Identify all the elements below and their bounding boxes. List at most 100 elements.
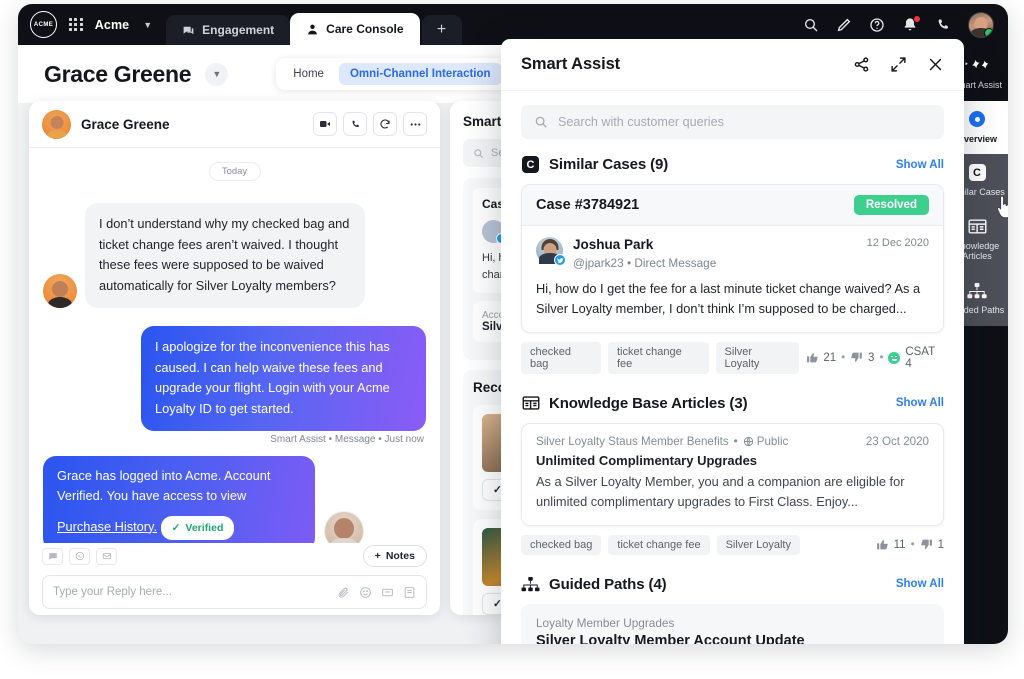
guided-path-card[interactable]: Loyalty Member Upgrades Silver Loyalty M… xyxy=(521,603,944,644)
topbar-left-cluster: ACME Acme ▼ xyxy=(18,4,152,45)
emoji-icon[interactable] xyxy=(359,586,372,599)
section-title: Guided Paths (4) xyxy=(549,575,667,593)
tag-chip[interactable]: checked bag xyxy=(521,341,601,374)
status-badge: ✓ Verified xyxy=(160,515,235,541)
show-all-similar-cases[interactable]: Show All xyxy=(896,159,944,171)
guided-path-category: Loyalty Member Upgrades xyxy=(536,615,675,630)
org-switcher[interactable]: Acme ▼ xyxy=(95,18,152,32)
tab-engagement[interactable]: Engagement xyxy=(166,15,291,45)
add-notes-button[interactable]: + Notes xyxy=(362,545,427,567)
overlay-title: Smart Assist xyxy=(521,55,621,73)
reply-input[interactable] xyxy=(53,586,328,598)
message-row-incoming: I don’t understand why my checked bag an… xyxy=(43,203,426,308)
app-window: ACME Acme ▼ Engagement Care Console + Gr… xyxy=(18,4,1008,644)
attachment-icon[interactable] xyxy=(337,586,350,599)
purchase-history-link[interactable]: Purchase History. xyxy=(57,519,157,534)
thumbs-up-icon xyxy=(806,353,818,363)
overlay-body: C Similar Cases (9) Show All Case #37849… xyxy=(501,91,964,644)
article-title: Unlimited Complimentary Upgrades xyxy=(536,452,758,468)
case-excerpt: Hi, how do I get the fee for a last minu… xyxy=(536,280,921,316)
phone-icon[interactable] xyxy=(343,112,367,136)
app-grid-icon[interactable] xyxy=(69,17,83,32)
message-bubble-system: Grace has logged into Acme. Account Veri… xyxy=(43,455,315,552)
article-excerpt: As a Silver Loyalty Member, you and a co… xyxy=(536,473,905,509)
refresh-icon[interactable] xyxy=(373,112,397,136)
template-icon[interactable] xyxy=(381,586,394,599)
notification-badge xyxy=(913,14,921,23)
tab-care-console[interactable]: Care Console xyxy=(290,13,420,45)
phone-icon[interactable] xyxy=(935,17,951,33)
search-icon xyxy=(535,116,547,128)
search-icon[interactable] xyxy=(803,17,819,33)
conversation-composer: + Notes xyxy=(29,543,440,615)
reply-input-wrapper[interactable] xyxy=(42,575,427,609)
expand-icon[interactable] xyxy=(890,56,907,73)
avatar xyxy=(42,109,71,139)
search-icon xyxy=(474,148,483,158)
overlay-search-input[interactable] xyxy=(558,115,931,129)
thumbs-up-count: 21 xyxy=(823,351,837,364)
breadcrumb-omni-channel[interactable]: Omni-Channel Interaction xyxy=(338,63,502,85)
more-icon[interactable] xyxy=(403,112,427,136)
thumbs-up-icon xyxy=(876,540,888,550)
twitter-verified-icon xyxy=(554,254,566,266)
notifications-icon[interactable] xyxy=(902,14,921,33)
status-badge: Resolved xyxy=(853,195,929,215)
video-icon[interactable] xyxy=(313,112,337,136)
acme-logo-icon[interactable]: ACME xyxy=(30,11,57,38)
tag-chip[interactable]: checked bag xyxy=(521,534,602,555)
notes-label: Notes xyxy=(385,550,415,562)
agent-headset-icon xyxy=(306,23,319,36)
tab-label: Care Console xyxy=(326,22,404,36)
compose-icon[interactable] xyxy=(836,17,852,33)
show-all-knowledge-base[interactable]: Show All xyxy=(896,397,944,409)
email-icon[interactable] xyxy=(96,547,117,565)
knowledge-icon[interactable] xyxy=(403,586,416,599)
case-author-name: Joshua Park xyxy=(573,237,654,252)
share-icon[interactable] xyxy=(853,56,870,73)
tag-chip[interactable]: Silver Loyalty xyxy=(716,534,800,555)
thumbs-up-count: 11 xyxy=(893,538,906,551)
new-tab-button[interactable]: + xyxy=(421,15,462,45)
tab-label: Engagement xyxy=(202,23,275,37)
separator-dot: • xyxy=(879,351,884,364)
tag-chip[interactable]: ticket change fee xyxy=(608,534,710,555)
org-name-label: Acme xyxy=(94,17,130,32)
sms-icon[interactable] xyxy=(42,547,63,565)
case-tags-row: checked bag ticket change fee Silver Loy… xyxy=(521,341,944,374)
article-visibility-label: Public xyxy=(756,434,789,448)
chat-bubble-icon xyxy=(182,24,195,37)
user-avatar[interactable] xyxy=(968,11,994,38)
conversation-header: Grace Greene xyxy=(29,101,440,148)
article-date: 23 Oct 2020 xyxy=(865,434,929,448)
whatsapp-icon[interactable] xyxy=(69,547,90,565)
avatar xyxy=(43,273,77,308)
page-title: Grace Greene xyxy=(44,60,192,87)
section-header-similar-cases: C Similar Cases (9) Show All xyxy=(521,156,944,173)
close-icon[interactable] xyxy=(927,56,944,73)
help-icon[interactable] xyxy=(869,17,885,33)
case-id: Case #3784921 xyxy=(536,197,640,213)
knowledge-article-card[interactable]: Silver Loyalty Staus Member Benefits • P… xyxy=(521,422,944,526)
breadcrumb-home[interactable]: Home xyxy=(282,63,335,85)
thumbs-down-icon xyxy=(920,539,932,550)
case-card-body: Joshua Park @jpark23 • Direct Message 12… xyxy=(522,226,943,332)
globe-icon xyxy=(743,436,753,446)
similar-case-card[interactable]: Case #3784921 Resolved Joshua Park @jpar… xyxy=(521,184,944,333)
separator-dot: • xyxy=(841,351,846,364)
overlay-search[interactable] xyxy=(521,105,944,139)
conversation-messages: Today I don’t understand why my checked … xyxy=(29,148,440,556)
system-message-text: Grace has logged into Acme. Account Veri… xyxy=(57,467,271,504)
overlay-header: Smart Assist xyxy=(501,39,964,91)
case-c-icon: C xyxy=(968,163,986,182)
separator-dot: • xyxy=(910,538,915,551)
chevron-down-icon[interactable]: ▼ xyxy=(205,62,229,86)
overlay-actions xyxy=(853,56,944,73)
avatar xyxy=(536,237,566,266)
show-all-guided-paths[interactable]: Show All xyxy=(896,578,944,590)
guided-path-title: Silver Loyalty Member Account Update xyxy=(536,632,805,644)
tag-chip[interactable]: ticket change fee xyxy=(607,341,709,374)
tag-chip[interactable]: Silver Loyalty xyxy=(715,341,799,374)
message-row-outgoing: I apologize for the inconvenience this h… xyxy=(43,325,426,445)
case-date: 12 Dec 2020 xyxy=(866,237,929,249)
